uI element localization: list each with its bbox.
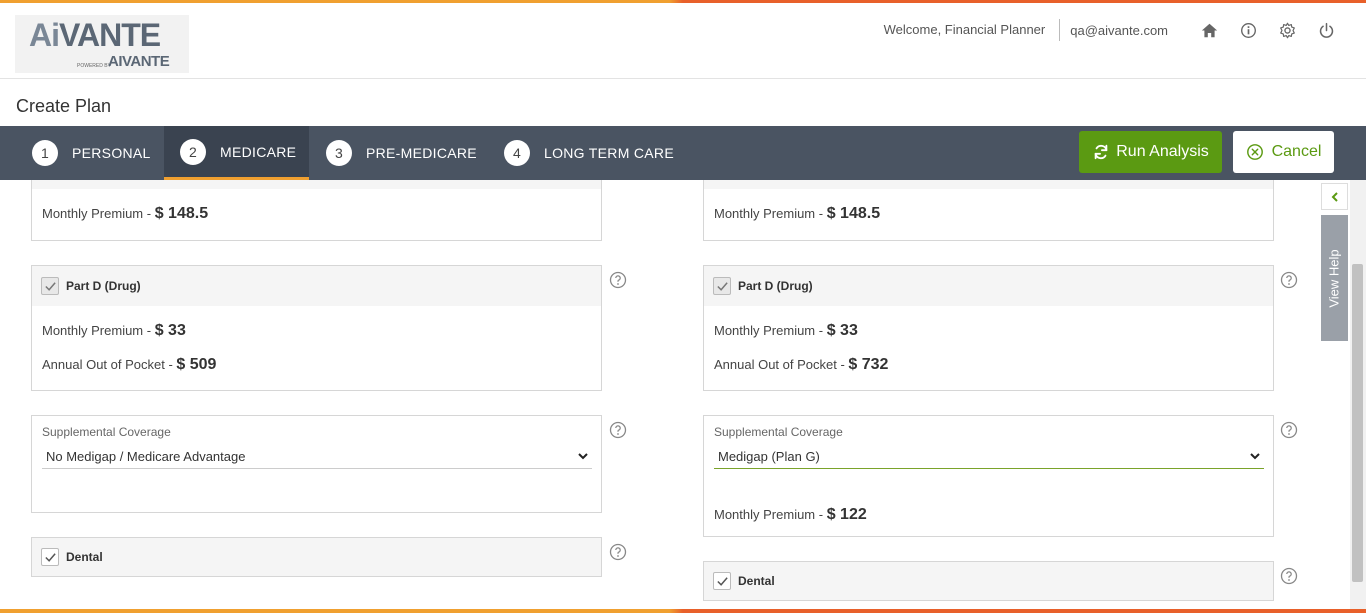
part-d-title: Part D (Drug)	[66, 279, 141, 293]
card-header: Dental	[704, 562, 1273, 600]
step-pre-medicare[interactable]: 3 PRE-MEDICARE	[326, 126, 477, 180]
page-title: Create Plan	[16, 96, 112, 116]
step-label: PRE-MEDICARE	[366, 145, 477, 161]
right-supplemental-select[interactable]: Medigap (Plan G)	[714, 445, 1264, 469]
user-email[interactable]: qa@aivante.com	[1060, 23, 1168, 38]
plan-stepper: 1 PERSONAL 2 MEDICARE 3 PRE-MEDICARE 4 L…	[0, 126, 1366, 180]
logo-wordmark: AiVANTE	[29, 17, 161, 53]
chevron-down-icon	[578, 453, 588, 460]
logo-sub-wordmark: AIVANTE	[108, 53, 170, 70]
step-label: MEDICARE	[220, 143, 297, 160]
supplemental-label: Supplemental Coverage	[42, 425, 171, 439]
right-part-b-premium: Monthly Premium - $ 148.5	[714, 205, 881, 222]
left-supplemental-card: Supplemental Coverage No Medigap / Medic…	[31, 415, 602, 513]
left-supplemental-select[interactable]: No Medigap / Medicare Advantage	[42, 445, 592, 469]
dental-title: Dental	[66, 550, 103, 564]
step-label: PERSONAL	[72, 145, 151, 161]
scrollbar-thumb[interactable]	[1352, 264, 1363, 582]
left-part-d-card: Part D (Drug) Monthly Premium - $ 33 Ann…	[31, 265, 602, 391]
left-dental-card: Dental	[31, 537, 602, 577]
step-number: 1	[32, 140, 58, 166]
card-header: Part D (Drug)	[32, 266, 601, 306]
close-circle-icon	[1246, 144, 1263, 160]
help-question-icon[interactable]	[609, 543, 627, 561]
part-d-title: Part D (Drug)	[738, 279, 813, 293]
part-d-checkbox[interactable]	[41, 277, 59, 295]
page-scrollbar[interactable]	[1350, 180, 1366, 609]
home-icon[interactable]	[1199, 20, 1219, 40]
header-user-area: Welcome, Financial Planner qa@aivante.co…	[884, 18, 1336, 42]
help-question-icon[interactable]	[1280, 421, 1298, 439]
refresh-icon	[1094, 144, 1108, 160]
right-part-d-card: Part D (Drug) Monthly Premium - $ 33 Ann…	[703, 265, 1274, 391]
right-dental-card: Dental	[703, 561, 1274, 601]
help-question-icon[interactable]	[1280, 271, 1298, 289]
app-header: AiVANTE POWERED BY AIVANTE Welcome, Fina…	[0, 3, 1366, 79]
help-panel-toggle[interactable]	[1321, 183, 1348, 210]
card-header	[704, 180, 1273, 189]
logo-powered-by: POWERED BY	[77, 63, 111, 69]
step-long-term-care[interactable]: 4 LONG TERM CARE	[504, 126, 674, 180]
step-label: LONG TERM CARE	[544, 145, 674, 161]
help-question-icon[interactable]	[1280, 567, 1298, 585]
left-part-b-card: Monthly Premium - $ 148.5	[31, 180, 602, 241]
view-help-tab[interactable]: View Help	[1321, 215, 1348, 341]
left-part-d-oop: Annual Out of Pocket - $ 509	[42, 356, 217, 373]
card-header: Part D (Drug)	[704, 266, 1273, 306]
right-supplemental-card: Supplemental Coverage Medigap (Plan G) M…	[703, 415, 1274, 537]
bottom-accent-stripe	[0, 609, 1366, 613]
right-part-b-card: Monthly Premium - $ 148.5	[703, 180, 1274, 241]
card-header	[32, 180, 601, 189]
right-part-d-oop: Annual Out of Pocket - $ 732	[714, 356, 889, 373]
right-supplemental-premium: Monthly Premium - $ 122	[714, 506, 867, 523]
step-number: 3	[326, 140, 352, 166]
info-icon[interactable]	[1238, 20, 1258, 40]
left-part-d-premium: Monthly Premium - $ 33	[42, 322, 186, 339]
help-question-icon[interactable]	[609, 421, 627, 439]
dental-checkbox[interactable]	[41, 548, 59, 566]
step-number: 4	[504, 140, 530, 166]
step-medicare[interactable]: 2 MEDICARE	[164, 126, 309, 180]
run-analysis-label: Run Analysis	[1116, 143, 1209, 160]
dental-title: Dental	[738, 574, 775, 588]
chevron-down-icon	[1250, 453, 1260, 460]
help-question-icon[interactable]	[609, 271, 627, 289]
view-help-label: View Help	[1327, 248, 1343, 308]
gear-icon[interactable]	[1277, 20, 1297, 40]
part-d-checkbox[interactable]	[713, 277, 731, 295]
step-personal[interactable]: 1 PERSONAL	[32, 126, 151, 180]
cancel-button[interactable]: Cancel	[1233, 131, 1334, 173]
run-analysis-button[interactable]: Run Analysis	[1079, 131, 1222, 173]
supplemental-label: Supplemental Coverage	[714, 425, 843, 439]
medicare-content: Monthly Premium - $ 148.5 Part D (Drug) …	[0, 180, 1350, 609]
left-part-b-premium: Monthly Premium - $ 148.5	[42, 205, 209, 222]
right-part-d-premium: Monthly Premium - $ 33	[714, 322, 858, 339]
step-number: 2	[180, 138, 206, 165]
cancel-label: Cancel	[1271, 143, 1322, 160]
power-icon[interactable]	[1316, 20, 1336, 40]
dental-checkbox[interactable]	[713, 572, 731, 590]
aivante-logo[interactable]: AiVANTE POWERED BY AIVANTE	[15, 15, 189, 73]
welcome-text: Welcome, Financial Planner	[884, 19, 1061, 41]
chevron-left-icon	[1331, 191, 1338, 202]
card-header: Dental	[32, 538, 601, 576]
